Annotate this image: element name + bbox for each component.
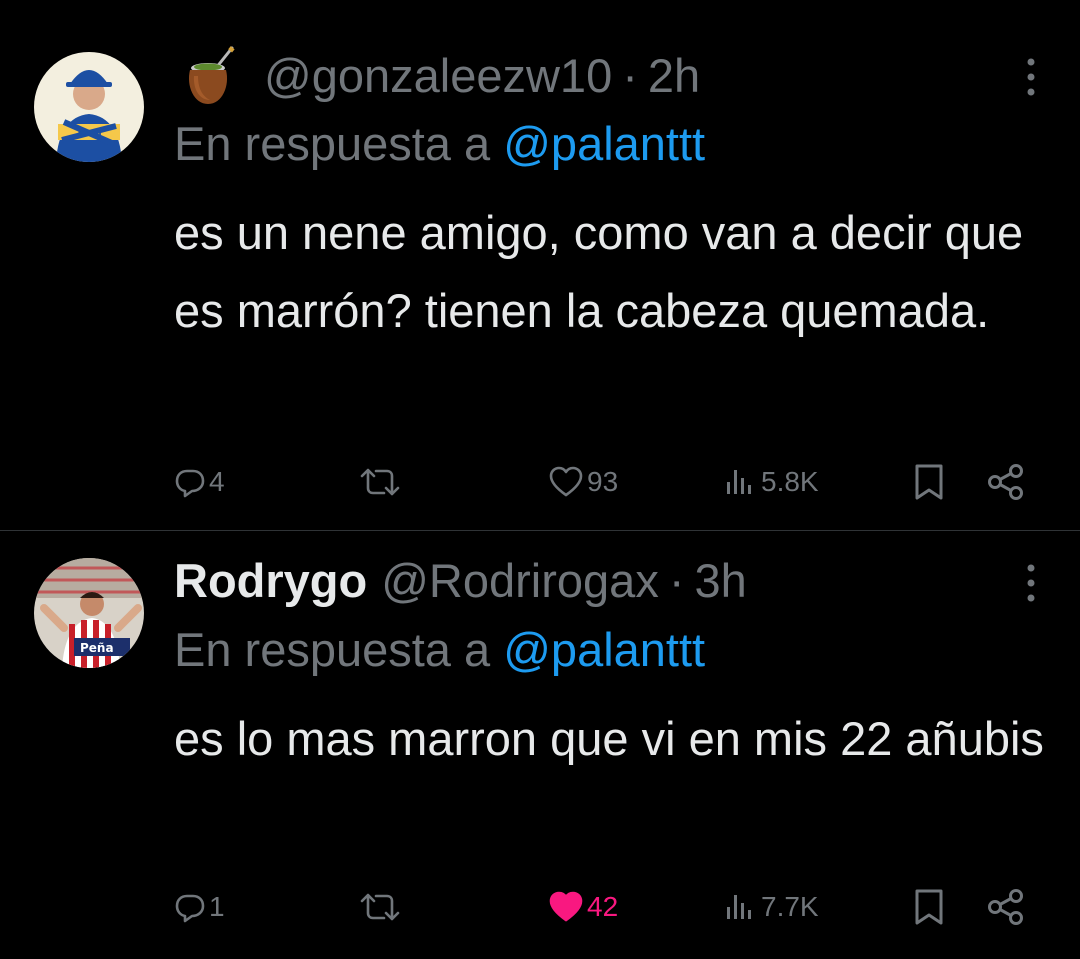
views-button[interactable]: 5.8K: [724, 462, 819, 502]
share-button[interactable]: [986, 462, 1026, 502]
action-bar: 4 93 5.8K: [0, 462, 1080, 502]
reply-button[interactable]: 4: [174, 462, 225, 502]
tweet-header: Rodrygo @Rodrirogax · 3h: [174, 551, 1020, 611]
reply-count: 1: [209, 891, 225, 922]
like-count: 42: [587, 891, 619, 922]
reply-context: En respuesta a @palanttt: [174, 114, 705, 174]
reply-icon: [175, 469, 205, 498]
views-count: 7.7K: [761, 891, 819, 922]
reply-count: 4: [209, 466, 225, 497]
tweet-header: @gonzaleezw10 · 2h: [174, 46, 1020, 106]
tweet-handle[interactable]: @Rodrirogax: [381, 551, 659, 611]
like-button[interactable]: 42: [548, 887, 618, 927]
bookmark-icon: [915, 889, 943, 925]
bookmark-button[interactable]: [912, 887, 946, 927]
mate-emoji-icon: [180, 46, 240, 106]
like-button[interactable]: 93: [548, 462, 618, 502]
like-icon: [549, 466, 583, 497]
views-icon: [727, 895, 751, 919]
reply-icon: [175, 894, 205, 923]
tweet-text: es lo mas marron que vi en mis 22 añubis: [174, 712, 1044, 765]
views-count: 5.8K: [761, 466, 819, 497]
tweet-handle[interactable]: @gonzaleezw10: [264, 46, 612, 106]
reply-mention[interactable]: @palanttt: [503, 117, 705, 170]
display-name[interactable]: Rodrygo: [174, 551, 367, 611]
tweet[interactable]: Peña Rodrygo @Rodrirogax · 3h En respues…: [0, 531, 1080, 959]
tweet-time[interactable]: 2h: [648, 46, 700, 106]
avatar[interactable]: Peña: [34, 558, 144, 668]
reply-prefix: En respuesta a: [174, 623, 504, 676]
more-icon[interactable]: [1026, 57, 1036, 97]
views-button[interactable]: 7.7K: [724, 887, 819, 927]
retweet-button[interactable]: [358, 462, 405, 502]
tweet[interactable]: CABJ @gonzaleezw10 · 2h En respuesta a @…: [0, 0, 1080, 530]
reply-mention[interactable]: @palanttt: [503, 623, 705, 676]
more-icon[interactable]: [1026, 563, 1036, 603]
views-icon: [727, 470, 751, 494]
like-icon: [549, 891, 583, 922]
avatar[interactable]: CABJ: [34, 52, 144, 162]
reply-button[interactable]: 1: [174, 887, 225, 927]
separator-dot: ·: [668, 554, 685, 607]
share-button[interactable]: [986, 887, 1026, 927]
tweet-time[interactable]: 3h: [694, 551, 746, 611]
like-count: 93: [587, 466, 619, 497]
bookmark-button[interactable]: [912, 462, 946, 502]
tweet-text: es un nene amigo, como van a decir que e…: [174, 206, 1024, 337]
svg-text:CABJ: CABJ: [78, 129, 102, 139]
share-icon: [988, 889, 1023, 925]
reply-prefix: En respuesta a: [174, 117, 504, 170]
bookmark-icon: [915, 464, 943, 500]
share-icon: [988, 464, 1023, 500]
retweet-icon: [360, 893, 400, 921]
separator-dot: ·: [622, 49, 638, 102]
reply-context: En respuesta a @palanttt: [174, 620, 705, 680]
action-bar: 1 42 7.7K: [0, 887, 1080, 927]
svg-text:Peña: Peña: [80, 641, 114, 655]
retweet-icon: [360, 468, 400, 496]
retweet-button[interactable]: [358, 887, 405, 927]
